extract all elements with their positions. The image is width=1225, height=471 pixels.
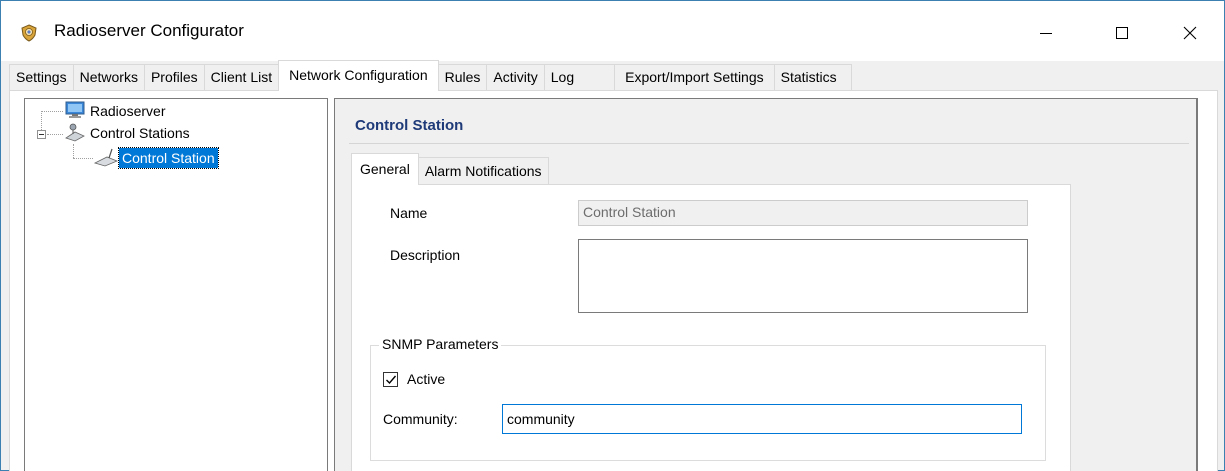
tree-collapse-toggle[interactable] — [37, 130, 46, 139]
tree-connector — [41, 111, 63, 112]
title-bar[interactable]: Radioserver Configurator — [1, 1, 1224, 61]
stations-icon — [63, 122, 87, 145]
tree-item-label: Control Station — [118, 147, 219, 169]
tab-log[interactable]: Log — [543, 64, 616, 91]
detail-pane: Control Station General Alarm Notificati… — [334, 98, 1198, 471]
tab-statistics[interactable]: Statistics — [773, 64, 852, 91]
tree-item-control-stations[interactable]: Control Stations — [63, 123, 193, 143]
maximize-icon — [1115, 26, 1129, 40]
minimize-button[interactable] — [1023, 13, 1069, 53]
maximize-button[interactable] — [1099, 13, 1145, 53]
radio-device-icon — [93, 147, 119, 170]
tab-settings[interactable]: Settings — [9, 64, 74, 91]
name-field: Control Station — [578, 200, 1028, 226]
window-title: Radioserver Configurator — [54, 21, 244, 40]
tab-networks[interactable]: Networks — [72, 64, 145, 91]
monitor-icon — [63, 100, 87, 123]
minimize-icon — [1039, 26, 1053, 40]
tab-alarm-notifications[interactable]: Alarm Notifications — [417, 157, 549, 185]
section-divider — [349, 143, 1189, 144]
tab-network-configuration[interactable]: Network Configuration — [278, 60, 439, 91]
snmp-group-legend: SNMP Parameters — [379, 336, 502, 352]
tree-connector — [47, 134, 63, 135]
tab-client-list[interactable]: Client List — [203, 64, 280, 91]
tree-item-label: Radioserver — [90, 103, 166, 119]
checkmark-icon — [386, 375, 397, 385]
network-tree[interactable]: Radioserver Control Stations Control Sta… — [24, 98, 328, 471]
snmp-parameters-group: SNMP Parameters Active Community: commun… — [370, 336, 1046, 461]
close-button[interactable] — [1167, 13, 1213, 53]
network-configuration-panel: Radioserver Control Stations Control Sta… — [9, 90, 1218, 471]
tree-item-label: Control Stations — [90, 125, 190, 141]
tree-item-control-station[interactable]: Control Station — [93, 147, 219, 170]
name-label: Name — [390, 205, 428, 221]
shield-badge-icon — [20, 24, 38, 42]
tree-connector — [73, 158, 93, 159]
detail-tab-strip: General Alarm Notifications — [351, 153, 549, 185]
section-title: Control Station — [355, 117, 464, 134]
tree-connector — [73, 144, 74, 158]
tab-general[interactable]: General — [351, 153, 419, 185]
main-tab-strip: Settings Networks Profiles Client List N… — [9, 60, 852, 91]
tab-profiles[interactable]: Profiles — [143, 64, 205, 91]
tab-export-import-settings[interactable]: Export/Import Settings — [614, 64, 775, 91]
tab-activity[interactable]: Activity — [486, 64, 545, 91]
active-checkbox[interactable] — [383, 372, 398, 387]
community-field[interactable]: community — [502, 404, 1022, 434]
general-tab-panel: Name Control Station Description SNMP Pa… — [351, 184, 1071, 471]
app-window: Radioserver Configurator Settings Networ… — [0, 0, 1225, 471]
description-label: Description — [390, 247, 461, 263]
community-label: Community: — [383, 411, 458, 427]
tab-rules[interactable]: Rules — [437, 64, 488, 91]
close-icon — [1183, 26, 1197, 40]
active-label[interactable]: Active — [407, 371, 445, 387]
tree-item-radioserver[interactable]: Radioserver — [63, 101, 168, 121]
description-field[interactable] — [578, 239, 1028, 313]
